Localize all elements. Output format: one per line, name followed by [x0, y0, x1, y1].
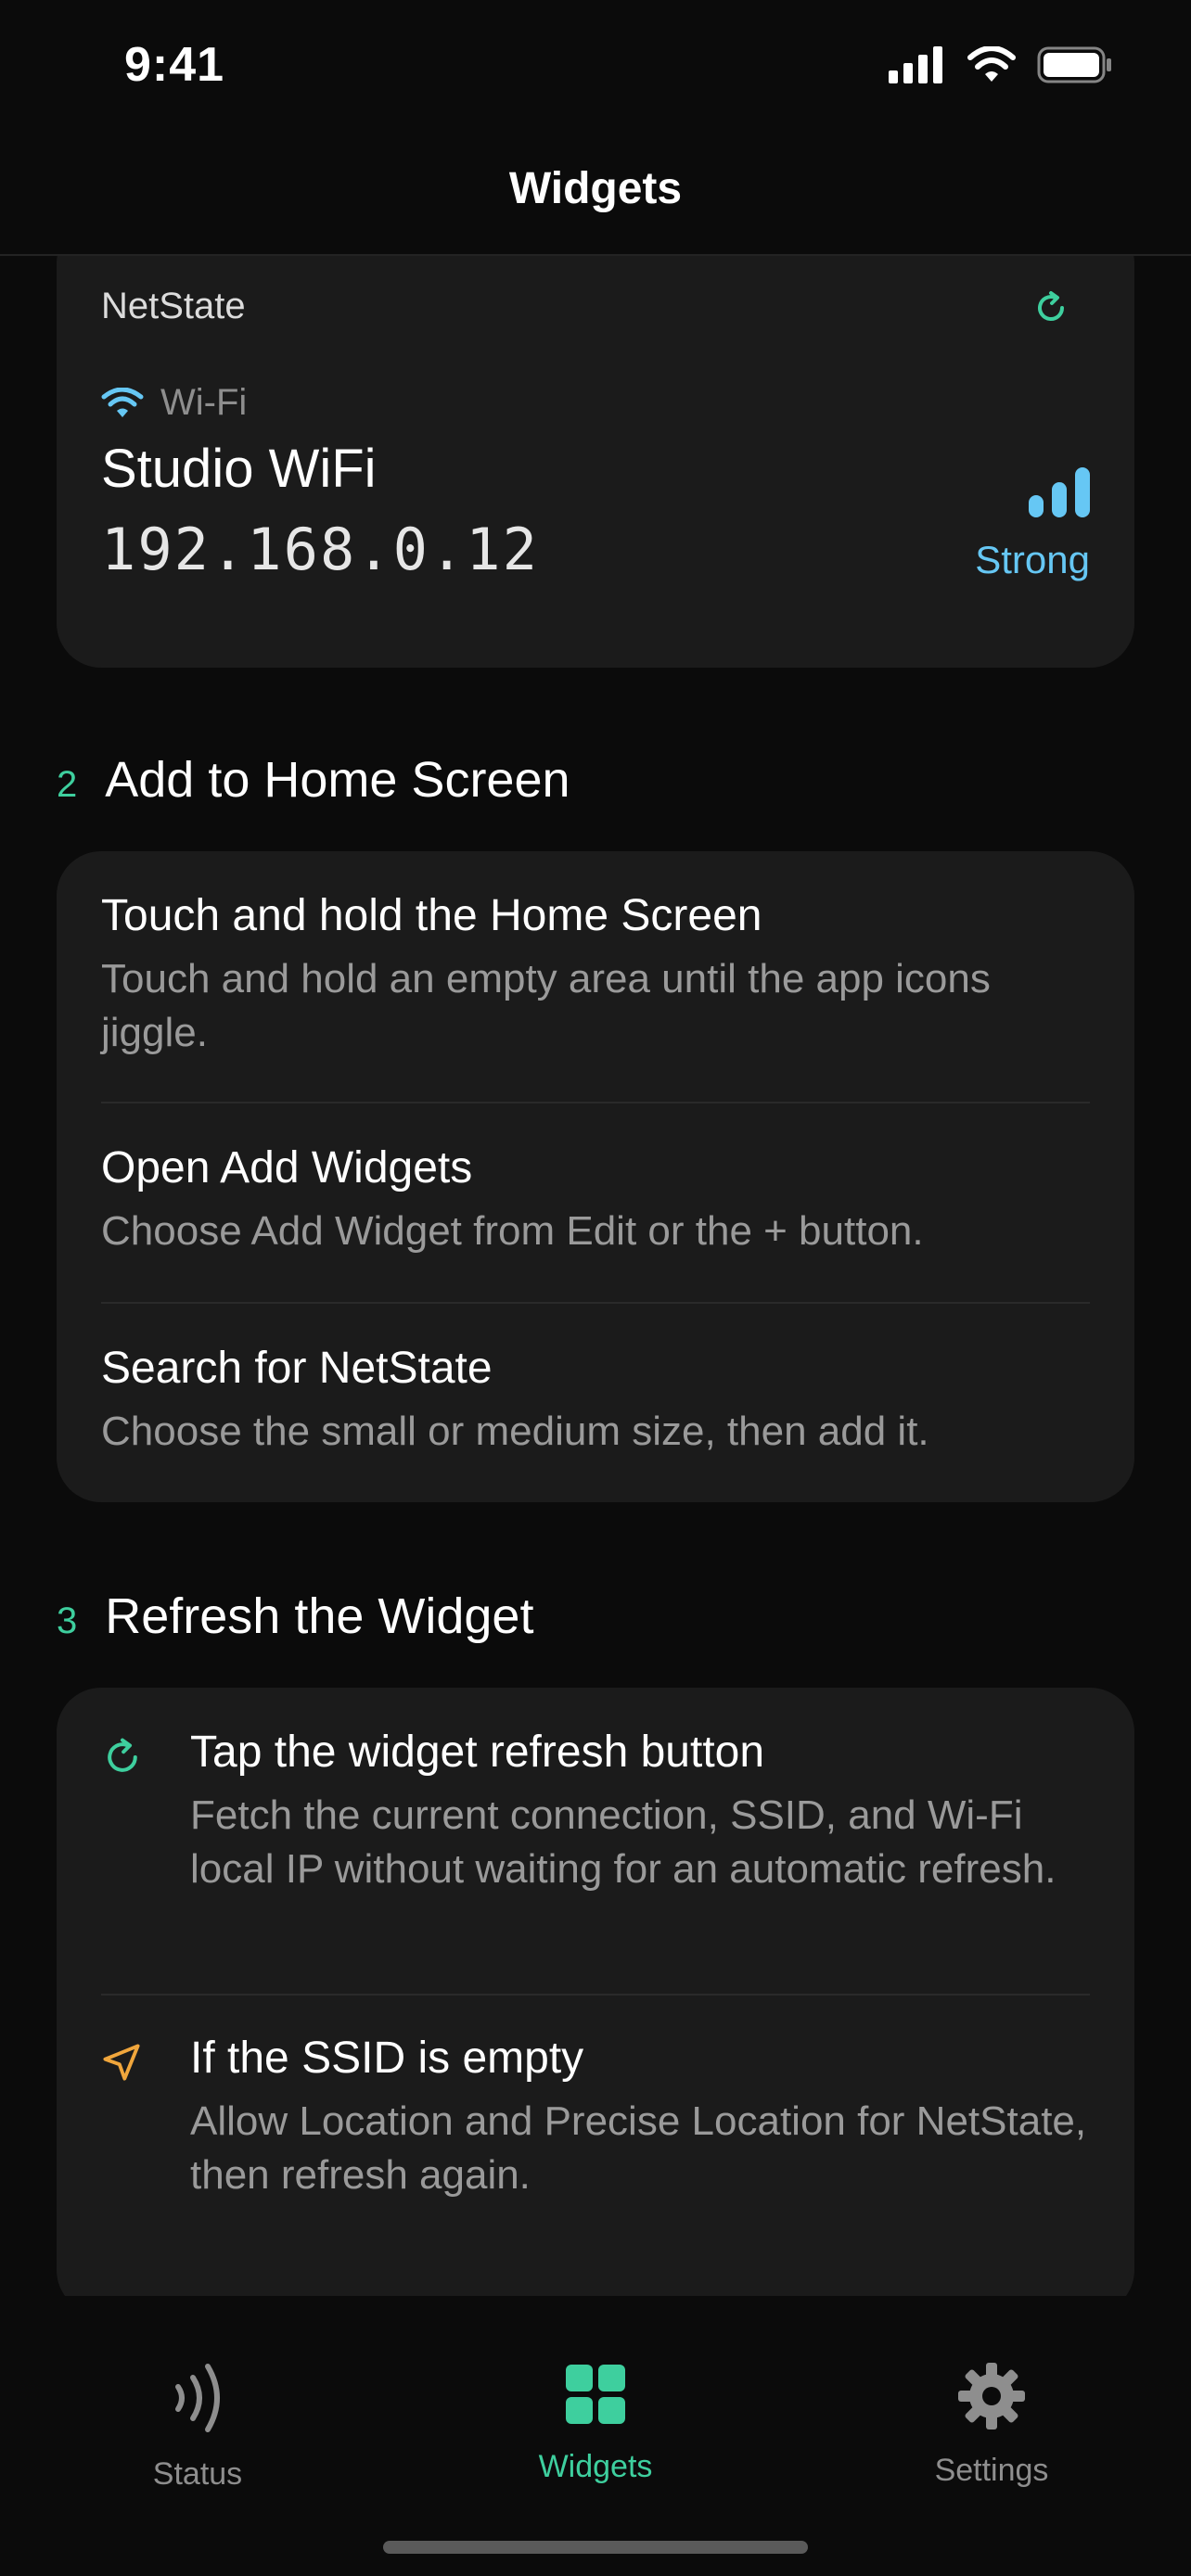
step-title: If the SSID is empty [190, 2034, 584, 2083]
refresh-icon [1038, 291, 1064, 321]
status-icons [889, 46, 1113, 83]
step-title: Tap the widget refresh button [190, 1728, 765, 1777]
widget-ssid: Studio WiFi [101, 439, 377, 499]
signal-strength-label: Strong [975, 538, 1090, 581]
signal-strength-icon [1029, 467, 1090, 517]
step-touch-and-hold: Touch and hold the Home Screen Touch and… [101, 890, 1090, 1060]
page-title: Widgets [508, 164, 683, 213]
divider [101, 1302, 1090, 1304]
refresh-steps-card: Tap the widget refresh button Fetch the … [57, 1688, 1134, 2296]
step-search-netstate: Search for NetState Choose the small or … [101, 1343, 1090, 1459]
gear-icon [958, 2363, 1025, 2429]
section-title: Refresh the Widget [105, 1588, 534, 1644]
widget-preview-card: NetState Wi-Fi Studio WiFi 192.168.0.12 … [57, 256, 1134, 668]
tab-widgets[interactable]: Widgets [475, 2361, 716, 2485]
connection-type: Wi-Fi [101, 382, 247, 424]
step-description: Fetch the current connection, SSID, and … [190, 1792, 1057, 1892]
step-description: Choose Add Widget from Edit or the + but… [101, 1208, 924, 1254]
step-description: Touch and hold an empty area until the a… [101, 956, 991, 1055]
divider [101, 1102, 1090, 1103]
widget-ip-address: 192.168.0.12 [101, 516, 539, 583]
tab-bar: Status Widgets Settings [0, 2296, 1191, 2576]
section-add-to-home: 2 Add to Home Screen [57, 751, 570, 809]
section-number: 2 [57, 764, 78, 805]
step-title: Open Add Widgets [101, 1143, 473, 1192]
step-ssid-empty: If the SSID is empty Allow Location and … [101, 2033, 1090, 2202]
tab-label: Status [152, 2456, 243, 2492]
widget-app-name: NetState [101, 286, 246, 326]
grid-icon [566, 2365, 625, 2424]
connection-type-label: Wi-Fi [160, 382, 248, 423]
home-indicator[interactable] [383, 2541, 808, 2554]
add-steps-card: Touch and hold the Home Screen Touch and… [57, 851, 1134, 1502]
nav-header: Widgets [0, 139, 1191, 256]
step-description: Allow Location and Precise Location for … [190, 2098, 1087, 2198]
signal-waves-icon [175, 2364, 220, 2432]
step-title: Search for NetState [101, 1344, 493, 1393]
scroll-content[interactable]: NetState Wi-Fi Studio WiFi 192.168.0.12 … [0, 256, 1191, 2296]
step-tap-refresh: Tap the widget refresh button Fetch the … [101, 1727, 1090, 1896]
wifi-status-icon [967, 46, 1016, 82]
section-title: Add to Home Screen [105, 752, 570, 808]
tab-label: Settings [934, 2453, 1049, 2488]
cellular-signal-icon [889, 46, 942, 83]
location-arrow-icon [103, 2044, 140, 2081]
step-title: Touch and hold the Home Screen [101, 891, 762, 940]
refresh-icon [108, 1738, 137, 1772]
section-number: 3 [57, 1600, 78, 1641]
step-open-add-widgets: Open Add Widgets Choose Add Widget from … [101, 1142, 1090, 1258]
battery-icon [1037, 46, 1111, 83]
tab-label: Widgets [538, 2449, 653, 2484]
section-refresh-widget: 3 Refresh the Widget [57, 1588, 533, 1645]
wifi-icon [101, 387, 144, 417]
step-description: Choose the small or medium size, then ad… [101, 1409, 929, 1454]
tab-status[interactable]: Status [77, 2361, 318, 2493]
widget-refresh-button[interactable] [1032, 289, 1069, 331]
status-bar: 9:41 [0, 0, 1191, 139]
tab-settings[interactable]: Settings [871, 2361, 1112, 2489]
status-time: 9:41 [124, 38, 225, 92]
divider [101, 1994, 1090, 1996]
